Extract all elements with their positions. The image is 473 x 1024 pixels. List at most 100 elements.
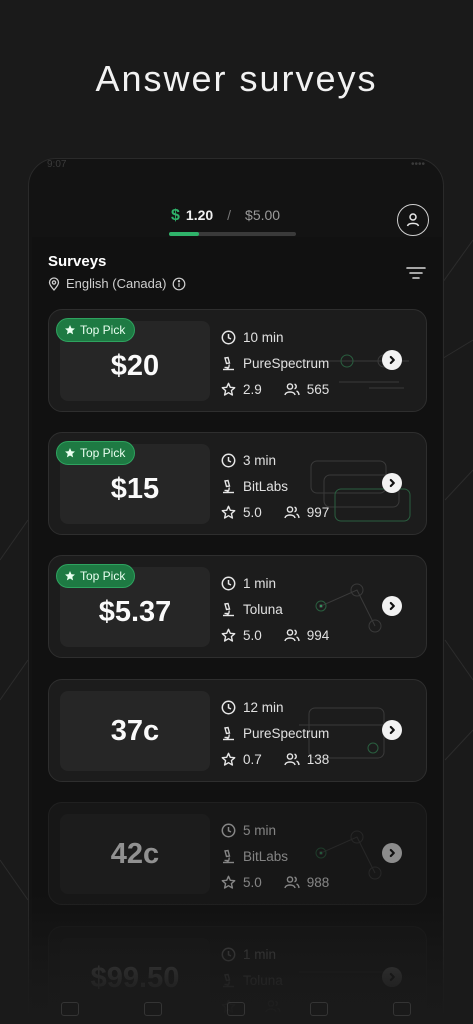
- survey-reward-amount: $15: [110, 472, 160, 505]
- info-icon[interactable]: [172, 277, 186, 291]
- survey-meta: 3 min BitLabs 5.0 997: [221, 447, 329, 525]
- survey-reward-amount: $5.37: [98, 595, 172, 628]
- survey-duration-row: 3 min: [221, 447, 329, 473]
- status-signal: ••••: [410, 159, 425, 170]
- survey-provider-row: Toluna: [221, 596, 329, 622]
- survey-reward-amount: 42c: [110, 837, 160, 870]
- surveys-header: Surveys English (Canada): [48, 253, 186, 291]
- open-survey-button[interactable]: [382, 843, 402, 863]
- clock-icon: [221, 330, 236, 344]
- filter-button[interactable]: [406, 265, 426, 281]
- locale-selector[interactable]: English (Canada): [48, 276, 186, 291]
- user-icon: [406, 213, 420, 227]
- survey-card[interactable]: 37c 12 min PureSpectrum 0.7 138: [48, 679, 427, 782]
- microscope-icon: [223, 726, 234, 740]
- phone-frame: 9:07 •••• $ 1.20 / $5.00 Surveys English…: [28, 158, 444, 1024]
- users-icon: [284, 753, 300, 766]
- survey-rating: 5.0: [243, 874, 262, 890]
- top-pick-label: Top Pick: [80, 323, 126, 337]
- clock-icon: [221, 576, 236, 590]
- survey-card[interactable]: 42c 5 min BitLabs 5.0 988: [48, 802, 427, 905]
- users-icon: [284, 629, 300, 642]
- top-pick-badge: Top Pick: [56, 441, 136, 465]
- clock-icon: [221, 823, 236, 837]
- tab-wallet-icon[interactable]: [310, 1002, 329, 1016]
- survey-provider-row: PureSpectrum: [221, 720, 329, 746]
- balance-progress-bar: [169, 232, 296, 236]
- tab-more-icon[interactable]: [393, 1002, 412, 1016]
- survey-reward-amount: $20: [110, 349, 160, 382]
- currency-symbol: $: [171, 207, 180, 224]
- microscope-icon: [223, 602, 234, 616]
- survey-respondents: 565: [306, 381, 330, 397]
- survey-rating: 5.0: [243, 504, 262, 520]
- top-pick-label: Top Pick: [80, 446, 126, 460]
- survey-card[interactable]: $20 Top Pick 10 min PureSpectrum 2.9 565: [48, 309, 427, 412]
- tab-home-icon[interactable]: [60, 1002, 79, 1016]
- open-survey-button[interactable]: [382, 473, 402, 493]
- bottom-tab-bar: [28, 996, 444, 1022]
- survey-duration: 10 min: [243, 329, 284, 345]
- status-bar: 9:07 ••••: [29, 159, 443, 173]
- balance-goal: $5.00: [245, 207, 281, 223]
- surveys-panel: Surveys English (Canada) $20 Top Pick 10…: [32, 237, 442, 1024]
- chevron-right-icon: [389, 848, 395, 858]
- filter-icon: [406, 267, 426, 279]
- survey-provider: BitLabs: [243, 848, 289, 864]
- survey-provider-row: PureSpectrum: [221, 350, 329, 376]
- clock-icon: [221, 700, 236, 714]
- survey-stats-row: 5.0 997: [221, 499, 329, 525]
- open-survey-button[interactable]: [382, 720, 402, 740]
- star-icon: [65, 448, 75, 458]
- survey-duration-row: 1 min: [221, 941, 288, 967]
- open-survey-button[interactable]: [382, 350, 402, 370]
- users-icon: [284, 506, 300, 519]
- survey-duration: 1 min: [243, 575, 277, 591]
- survey-respondents: 994: [306, 627, 330, 643]
- survey-duration: 12 min: [243, 699, 284, 715]
- survey-stats-row: 2.9 565: [221, 376, 329, 402]
- survey-provider-row: Toluna: [221, 967, 288, 993]
- microscope-icon: [223, 356, 234, 370]
- chevron-right-icon: [389, 355, 395, 365]
- survey-rating: 2.9: [243, 381, 262, 397]
- chevron-right-icon: [389, 725, 395, 735]
- balance-current: 1.20: [185, 207, 214, 223]
- clock-icon: [221, 453, 236, 467]
- profile-button[interactable]: [397, 204, 429, 236]
- open-survey-button[interactable]: [382, 596, 402, 616]
- survey-respondents: 997: [306, 504, 330, 520]
- users-icon: [284, 383, 300, 396]
- surveys-title: Surveys: [48, 253, 107, 270]
- survey-reward-amount: $99.50: [90, 961, 180, 994]
- survey-rating: 5.0: [243, 627, 262, 643]
- balance-separator: /: [227, 207, 232, 223]
- location-pin-icon: [48, 276, 60, 291]
- survey-provider: Toluna: [243, 601, 283, 617]
- survey-duration: 1 min: [243, 946, 277, 962]
- tab-surveys-icon[interactable]: [226, 1002, 245, 1016]
- survey-meta: 12 min PureSpectrum 0.7 138: [221, 694, 329, 772]
- survey-meta: 1 min Toluna 5.0 994: [221, 570, 329, 648]
- survey-duration: 5 min: [243, 822, 277, 838]
- survey-card[interactable]: $5.37 Top Pick 1 min Toluna 5.0 994: [48, 555, 427, 658]
- clock-icon: [221, 947, 236, 961]
- tab-activity-icon[interactable]: [143, 1002, 162, 1016]
- survey-reward-amount: 37c: [110, 714, 160, 747]
- survey-stats-row: 5.0 988: [221, 869, 329, 895]
- survey-duration-row: 12 min: [221, 694, 329, 720]
- star-icon: [221, 505, 236, 519]
- survey-duration-row: 5 min: [221, 817, 329, 843]
- open-survey-button[interactable]: [382, 967, 402, 987]
- survey-reward: 37c: [60, 691, 210, 771]
- survey-provider-row: BitLabs: [221, 473, 329, 499]
- microscope-icon: [223, 973, 234, 987]
- survey-card[interactable]: $15 Top Pick 3 min BitLabs 5.0 997: [48, 432, 427, 535]
- chevron-right-icon: [389, 972, 395, 982]
- survey-duration-row: 1 min: [221, 570, 329, 596]
- survey-respondents: 988: [306, 874, 330, 890]
- star-icon: [221, 752, 236, 766]
- star-icon: [65, 325, 75, 335]
- survey-rating: 0.7: [243, 751, 262, 767]
- survey-stats-row: 0.7 138: [221, 746, 329, 772]
